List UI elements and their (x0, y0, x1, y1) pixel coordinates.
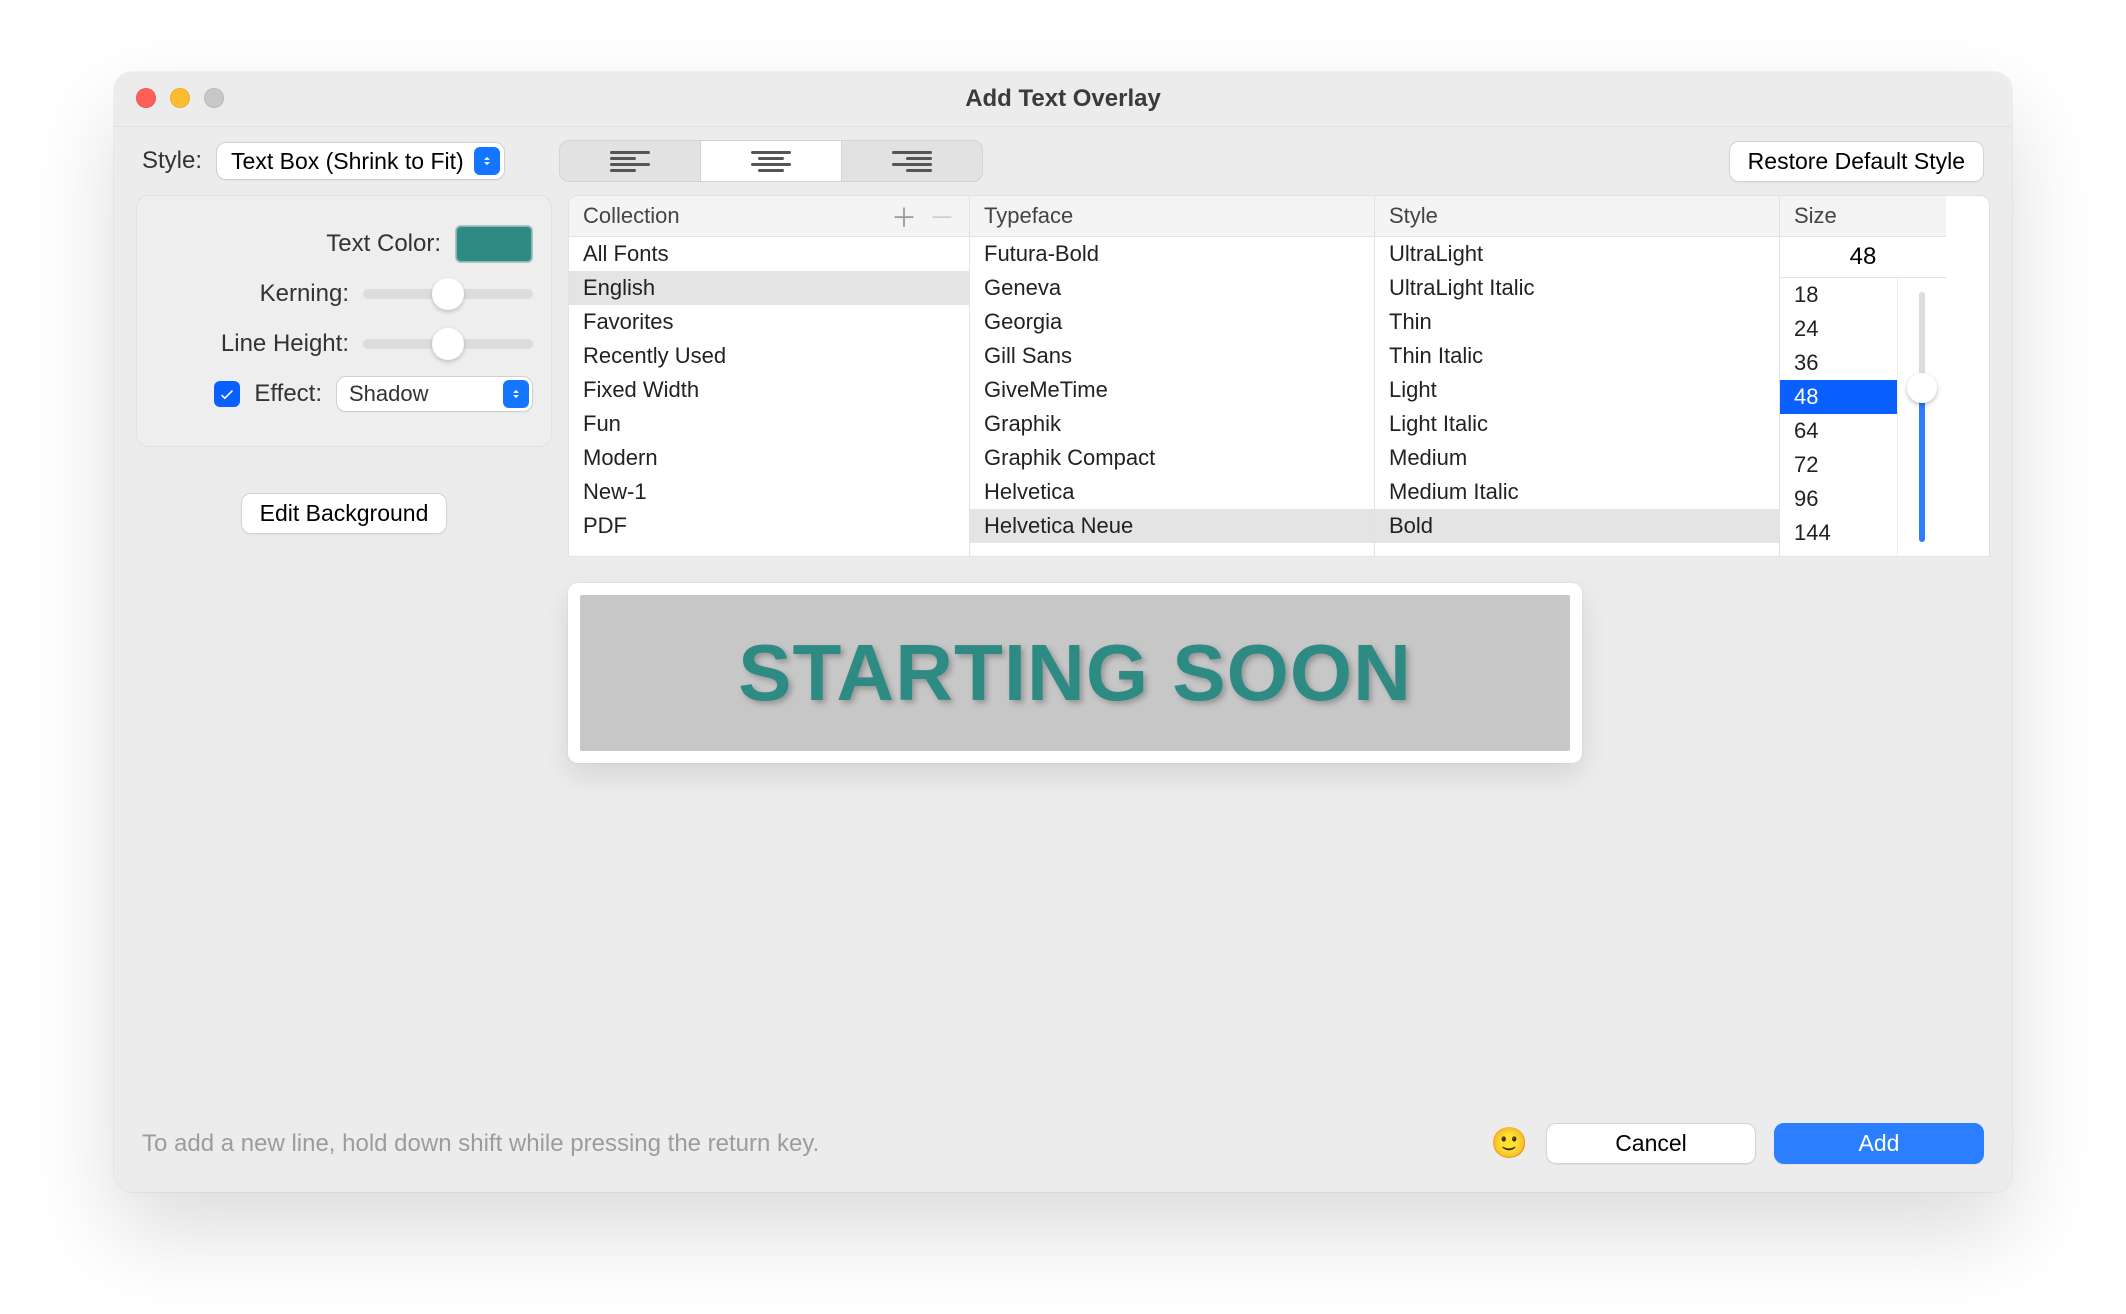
dialog-window: Add Text Overlay Style: Text Box (Shrink… (114, 72, 2012, 1192)
align-right-button[interactable] (842, 141, 982, 181)
list-item[interactable]: Light (1375, 373, 1779, 407)
effect-select[interactable]: Shadow (336, 376, 533, 412)
collection-header: Collection ＋ － (569, 196, 969, 237)
style-header: Style (1375, 196, 1779, 237)
list-item[interactable]: 36 (1780, 346, 1897, 380)
list-item[interactable]: All Fonts (569, 237, 969, 271)
footer-hint: To add a new line, hold down shift while… (142, 1130, 819, 1158)
list-item[interactable]: 48 (1780, 380, 1897, 414)
add-collection-icon[interactable]: ＋ (891, 198, 917, 235)
list-item[interactable]: Helvetica Neue (970, 509, 1374, 543)
preview-text[interactable]: STARTING SOON (620, 627, 1530, 719)
list-item[interactable]: Medium (1375, 441, 1779, 475)
typeface-list[interactable]: Futura-BoldGenevaGeorgiaGill SansGiveMeT… (970, 237, 1374, 556)
list-item[interactable]: Light Italic (1375, 407, 1779, 441)
collection-list[interactable]: All FontsEnglishFavoritesRecently UsedFi… (569, 237, 969, 556)
align-left-icon (610, 151, 650, 172)
chevron-up-down-icon (474, 147, 500, 175)
list-item[interactable]: Helvetica (970, 475, 1374, 509)
preview-background: STARTING SOON (580, 595, 1570, 751)
list-item[interactable]: 144 (1780, 516, 1897, 550)
list-item[interactable]: Georgia (970, 305, 1374, 339)
list-item[interactable]: UltraLight (1375, 237, 1779, 271)
minimize-icon[interactable] (170, 88, 190, 108)
list-item[interactable]: Favorites (569, 305, 969, 339)
list-item[interactable]: English (569, 271, 969, 305)
toolbar: Style: Text Box (Shrink to Fit) (114, 127, 2012, 195)
list-item[interactable]: Fixed Width (569, 373, 969, 407)
kerning-slider[interactable] (363, 289, 533, 299)
window-controls (136, 88, 224, 108)
slider-knob[interactable] (432, 328, 464, 360)
cancel-button[interactable]: Cancel (1546, 1123, 1756, 1164)
slider-knob[interactable] (432, 278, 464, 310)
list-item[interactable]: 72 (1780, 448, 1897, 482)
font-style-list[interactable]: UltraLightUltraLight ItalicThinThin Ital… (1375, 237, 1779, 556)
font-picker: Collection ＋ － All FontsEnglishFavorites… (568, 195, 1990, 557)
window-title: Add Text Overlay (965, 85, 1161, 113)
list-item[interactable]: Thin Italic (1375, 339, 1779, 373)
text-style-panel: Text Color: Kerning: Line Height: (136, 195, 552, 447)
list-item[interactable]: Medium Italic (1375, 475, 1779, 509)
list-item[interactable]: Geneva (970, 271, 1374, 305)
list-item[interactable]: 18 (1780, 278, 1897, 312)
list-item[interactable]: UltraLight Italic (1375, 271, 1779, 305)
list-item[interactable]: GiveMeTime (970, 373, 1374, 407)
close-icon[interactable] (136, 88, 156, 108)
align-right-icon (892, 151, 932, 172)
size-slider[interactable] (1897, 278, 1946, 556)
typeface-header: Typeface (970, 196, 1374, 237)
list-item[interactable]: Graphik Compact (970, 441, 1374, 475)
list-item[interactable]: Modern (569, 441, 969, 475)
text-color-swatch[interactable] (455, 225, 533, 263)
check-icon (218, 385, 236, 403)
kerning-label: Kerning: (155, 280, 349, 308)
size-header: Size (1780, 196, 1946, 237)
effect-label: Effect: (254, 380, 322, 408)
align-center-icon (751, 151, 791, 172)
style-select[interactable]: Text Box (Shrink to Fit) (216, 142, 505, 180)
preview-frame: STARTING SOON (568, 583, 1582, 763)
slider-fill (1919, 398, 1925, 542)
zoom-icon (204, 88, 224, 108)
remove-collection-icon[interactable]: － (929, 198, 955, 235)
list-item[interactable]: PDF (569, 509, 969, 543)
list-item[interactable]: Gill Sans (970, 339, 1374, 373)
edit-background-button[interactable]: Edit Background (241, 493, 448, 534)
effect-checkbox[interactable] (214, 381, 240, 407)
effect-select-value: Shadow (349, 381, 429, 407)
list-item[interactable]: Graphik (970, 407, 1374, 441)
alignment-segmented (559, 140, 983, 182)
slider-knob[interactable] (1907, 373, 1937, 403)
restore-default-style-button[interactable]: Restore Default Style (1729, 141, 1984, 182)
style-select-value: Text Box (Shrink to Fit) (231, 148, 464, 175)
line-height-slider[interactable] (363, 339, 533, 349)
line-height-label: Line Height: (155, 330, 349, 358)
preview-area: STARTING SOON (568, 557, 1990, 763)
text-color-label: Text Color: (155, 230, 441, 258)
list-item[interactable]: Fun (569, 407, 969, 441)
footer: To add a new line, hold down shift while… (114, 1103, 2012, 1192)
size-input[interactable]: 48 (1780, 237, 1946, 278)
list-item[interactable]: 96 (1780, 482, 1897, 516)
align-center-button[interactable] (701, 141, 842, 181)
list-item[interactable]: Futura-Bold (970, 237, 1374, 271)
list-item[interactable]: Recently Used (569, 339, 969, 373)
align-left-button[interactable] (560, 141, 701, 181)
emoji-picker-icon[interactable]: 🙂 (1491, 1126, 1528, 1161)
add-button[interactable]: Add (1774, 1123, 1984, 1164)
list-item[interactable]: 24 (1780, 312, 1897, 346)
list-item[interactable]: 64 (1780, 414, 1897, 448)
title-bar: Add Text Overlay (114, 72, 2012, 127)
list-item[interactable]: Bold (1375, 509, 1779, 543)
chevron-up-down-icon (503, 380, 529, 408)
list-item[interactable]: Thin (1375, 305, 1779, 339)
style-label: Style: (142, 147, 202, 175)
size-list[interactable]: 18243648647296144 (1780, 278, 1897, 556)
list-item[interactable]: New-1 (569, 475, 969, 509)
